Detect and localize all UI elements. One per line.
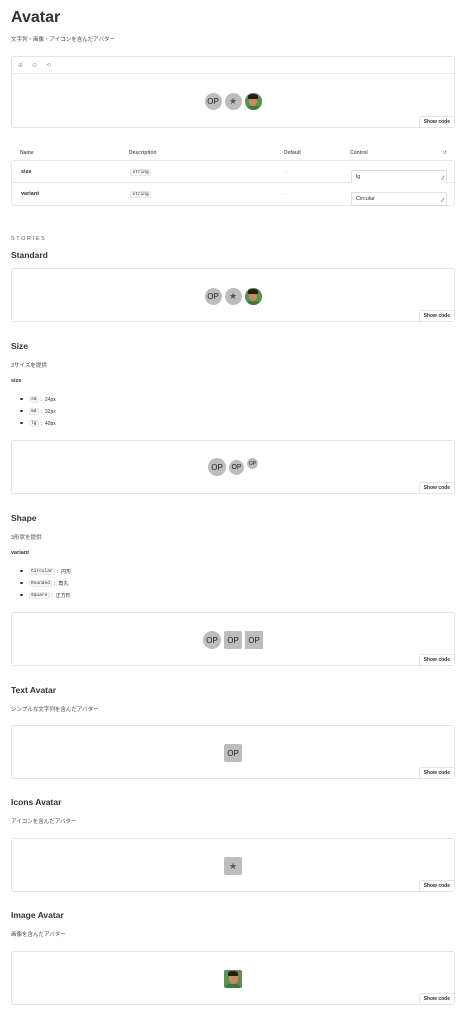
story-title-image-avatar: Image Avatar <box>11 910 64 920</box>
size-list: sm ：24px md ：32px lg ：40px <box>20 393 56 429</box>
story-title-text-avatar: Text Avatar <box>11 685 57 695</box>
text-avatar-square: OP <box>245 631 263 649</box>
arg-name: size <box>21 168 32 175</box>
shape-list: Circular ：円形 Rounded ：角丸 Square ：正方形 <box>20 565 71 601</box>
story-title-icons-avatar: Icons Avatar <box>11 797 62 807</box>
reset-icon[interactable]: ↺ <box>443 150 447 156</box>
canvas-toolbar: ⊕ ⊖ ⟲ <box>12 57 454 74</box>
variant-control-input[interactable]: Circular ⁄⁄ <box>351 192 447 206</box>
zoom-reset-icon[interactable]: ⟲ <box>46 62 51 69</box>
header-control: Control <box>350 150 368 156</box>
star-icon: ★ <box>224 857 242 875</box>
image-avatar <box>244 93 262 110</box>
text-avatar-lg: OP <box>208 458 226 476</box>
show-code-button[interactable]: Show code <box>418 310 454 321</box>
stories-heading: STORIES <box>11 236 47 242</box>
show-code-button[interactable]: Show code <box>418 767 454 778</box>
image-avatar <box>244 288 262 305</box>
text-avatar-md: OP <box>229 459 244 475</box>
story-canvas-image-avatar: Show code <box>11 951 455 1005</box>
page-title: Avatar <box>11 9 61 26</box>
prop-label-size: size <box>11 378 22 384</box>
story-title-shape: Shape <box>11 513 37 523</box>
args-table-header: Name Description Default Control ↺ <box>11 146 455 160</box>
list-item: md ：32px <box>20 405 56 417</box>
show-code-button[interactable]: Show code <box>418 993 454 1004</box>
zoom-out-icon[interactable]: ⊖ <box>32 62 37 69</box>
show-code-button[interactable]: Show code <box>418 880 454 891</box>
primary-canvas: ⊕ ⊖ ⟲ OP ★ Show code <box>11 56 455 128</box>
story-canvas-standard: OP ★ Show code <box>11 268 455 322</box>
arg-default: - <box>285 168 287 175</box>
story-desc-size: 3サイズを提供 <box>11 363 47 369</box>
list-item: lg ：40px <box>20 417 56 429</box>
text-avatar-rounded: OP <box>224 631 242 649</box>
text-avatar: OP <box>204 93 222 110</box>
star-icon: ★ <box>224 93 242 110</box>
show-code-button[interactable]: Show code <box>418 654 454 665</box>
story-canvas-text-avatar: OP Show code <box>11 725 455 779</box>
text-avatar: OP <box>224 744 242 762</box>
story-canvas-icons-avatar: ★ Show code <box>11 838 455 892</box>
story-desc-icons-avatar: アイコンを含んだアバター <box>11 819 77 825</box>
args-table: Name Description Default Control ↺ size … <box>11 146 455 206</box>
zoom-in-icon[interactable]: ⊕ <box>18 62 23 69</box>
table-row: variant string - Circular ⁄⁄ <box>11 183 455 206</box>
arg-name: variant <box>21 191 40 197</box>
text-avatar: OP <box>204 288 222 305</box>
story-title-size: Size <box>11 341 29 351</box>
avatar-row: OP ★ <box>12 93 454 110</box>
list-item: Square ：正方形 <box>20 589 71 601</box>
header-description: Description <box>129 150 157 156</box>
text-avatar-sm: OP <box>247 458 258 469</box>
show-code-button[interactable]: Show code <box>418 482 454 493</box>
header-default: Default <box>284 150 301 156</box>
story-desc-image-avatar: 画像を含んだアバター <box>11 932 66 938</box>
star-icon: ★ <box>224 288 242 305</box>
list-item: sm ：24px <box>20 393 56 405</box>
page-subtitle: 文字列・画像・アイコンを含んだアバター <box>11 37 116 43</box>
story-canvas-shape: OP OP OP Show code <box>11 612 455 666</box>
size-control-input[interactable]: lg ⁄⁄ <box>351 169 447 184</box>
story-desc-text-avatar: シンプルな文字列を含んだアバター <box>11 707 99 713</box>
story-desc-shape: 3形状を提供 <box>11 535 42 541</box>
show-code-button[interactable]: Show code <box>418 116 454 127</box>
story-canvas-size: OP OP OP Show code <box>11 440 455 494</box>
list-item: Circular ：円形 <box>20 565 71 577</box>
text-avatar-circular: OP <box>203 631 221 649</box>
arg-default: - <box>285 191 287 197</box>
list-item: Rounded ：角丸 <box>20 577 71 589</box>
header-name: Name <box>20 150 34 156</box>
image-avatar <box>224 970 242 988</box>
prop-label-variant: variant <box>11 550 30 556</box>
arg-type: string <box>130 191 152 198</box>
table-row: size string - lg ⁄⁄ <box>11 160 455 184</box>
arg-type: string <box>130 168 152 176</box>
story-title-standard: Standard <box>11 250 48 260</box>
